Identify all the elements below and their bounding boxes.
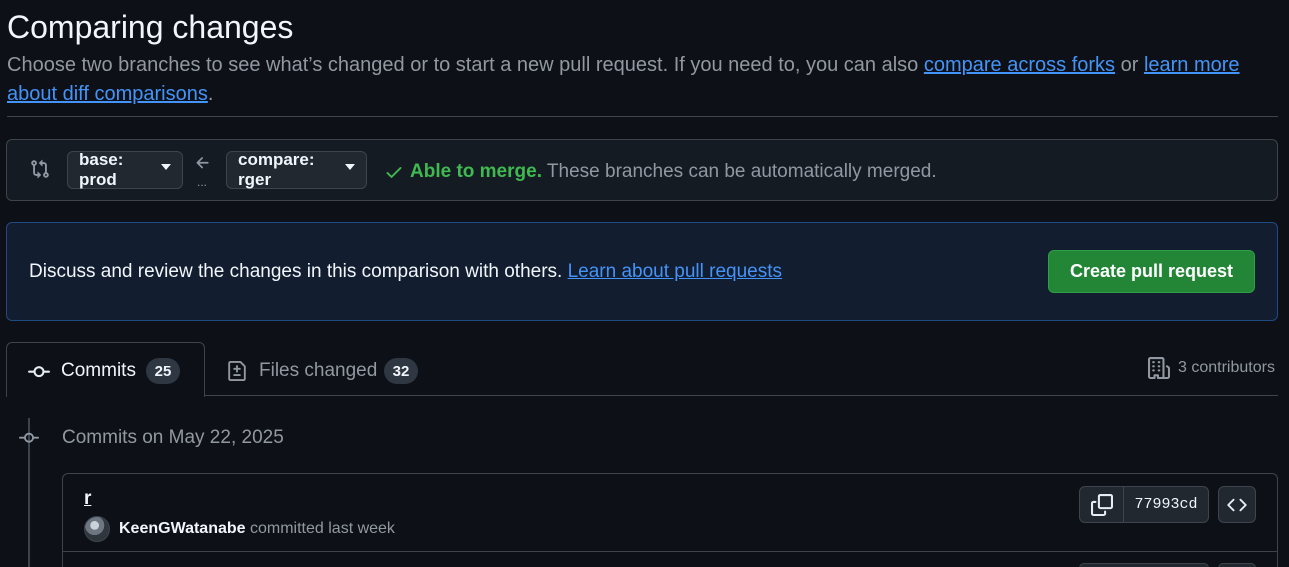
compare-branch-select[interactable]: compare: rger	[226, 150, 367, 189]
base-branch-label: base: prod	[79, 150, 124, 189]
compare-branch-label: compare: rger	[238, 150, 315, 189]
page-subtitle: Choose two branches to see what’s change…	[7, 54, 1240, 105]
contributors-count: 3 contributors	[1178, 359, 1275, 376]
compare-across-forks-link[interactable]: compare across forks	[924, 54, 1115, 76]
copy-sha-button[interactable]	[1080, 487, 1124, 522]
next-browse-button[interactable]	[1218, 563, 1256, 567]
tab-commits-label: Commits	[61, 360, 136, 381]
merge-status: Able to merge. These branches can be aut…	[410, 160, 937, 184]
page-title: Comparing changes	[7, 9, 294, 45]
commit-message-link[interactable]: r	[84, 488, 91, 510]
organization-icon	[1148, 357, 1170, 379]
git-commit-icon	[19, 432, 39, 443]
next-commit-sha-group[interactable]	[1079, 563, 1209, 567]
caret-down-icon	[345, 164, 355, 170]
file-diff-icon	[228, 361, 246, 381]
contributors-summary[interactable]: 3 contributors	[1148, 357, 1275, 379]
code-icon	[1227, 498, 1247, 511]
merge-status-ok: Able to merge.	[410, 161, 542, 182]
commit-group-title: Commits on May 22, 2025	[62, 427, 284, 448]
avatar[interactable]	[84, 516, 110, 542]
arrow-left-icon	[196, 157, 209, 169]
header-divider	[7, 116, 1278, 117]
range-dots: ...	[197, 175, 208, 189]
tab-files-changed-count: 32	[384, 358, 418, 384]
learn-pull-requests-link[interactable]: Learn about pull requests	[568, 261, 782, 282]
git-commit-icon	[28, 366, 50, 378]
check-icon	[386, 167, 402, 178]
commit-author-line: KeenGWatanabe committed last week	[119, 518, 395, 539]
flash-message: Discuss and review the changes in this c…	[29, 261, 783, 282]
caret-down-icon	[161, 164, 171, 170]
commit-time: committed last week	[245, 520, 395, 537]
browse-repository-button[interactable]	[1218, 486, 1256, 523]
git-compare-icon	[31, 159, 49, 179]
tab-files-changed-label: Files changed	[259, 360, 378, 381]
base-branch-select[interactable]: base: prod	[67, 150, 183, 189]
tab-commits-count: 25	[146, 358, 180, 384]
tabs-underline	[205, 395, 1278, 396]
copy-icon	[1090, 493, 1113, 516]
commit-sha-link[interactable]: 77993cd	[1124, 487, 1208, 522]
commit-sha-group: 77993cd	[1079, 486, 1209, 523]
create-pull-request-button[interactable]: Create pull request	[1048, 250, 1255, 293]
commit-author-link[interactable]: KeenGWatanabe	[119, 520, 246, 537]
commit-divider	[63, 551, 1277, 552]
merge-status-text: These branches can be automatically merg…	[541, 161, 937, 182]
